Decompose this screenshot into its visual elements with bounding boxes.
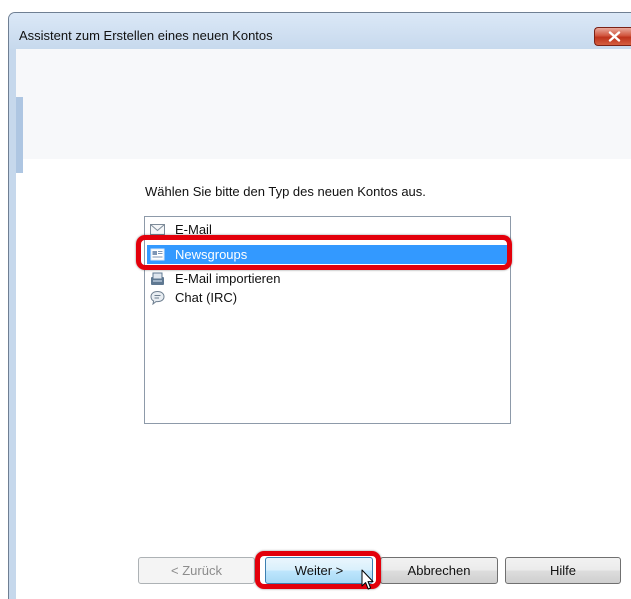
mouse-cursor-icon — [361, 569, 374, 590]
title-bar[interactable]: Assistent zum Erstellen eines neuen Kont… — [9, 13, 631, 49]
window-title: Assistent zum Erstellen eines neuen Kont… — [19, 28, 273, 43]
chat-icon — [150, 290, 165, 305]
list-item-label: E-Mail — [175, 222, 212, 237]
envelope-icon — [150, 224, 165, 235]
back-button[interactable]: < Zurück — [138, 557, 255, 584]
list-item-chat-irc[interactable]: Chat (IRC) — [147, 288, 508, 307]
list-item-label: E-Mail importieren — [175, 271, 281, 286]
help-button[interactable]: Hilfe — [505, 557, 621, 584]
newsgroup-icon — [150, 248, 165, 261]
close-icon — [608, 31, 621, 42]
side-stripe — [16, 97, 23, 173]
list-item-newsgroups[interactable]: Newsgroups — [147, 245, 508, 264]
cancel-button[interactable]: Abbrechen — [380, 557, 498, 584]
close-button[interactable] — [594, 27, 631, 46]
next-button[interactable]: Weiter > — [265, 557, 373, 584]
content-header-area — [16, 49, 631, 159]
list-item-label: Newsgroups — [175, 247, 248, 262]
wizard-prompt: Wählen Sie bitte den Typ des neuen Konto… — [145, 184, 426, 199]
list-item-import-email[interactable]: E-Mail importieren — [147, 269, 508, 288]
account-type-list[interactable]: E-Mail Newsgroups E-Mail importieren Cha… — [144, 216, 511, 424]
list-item-label: Chat (IRC) — [175, 290, 238, 305]
import-icon — [151, 272, 164, 285]
list-item-email[interactable]: E-Mail — [147, 220, 508, 239]
